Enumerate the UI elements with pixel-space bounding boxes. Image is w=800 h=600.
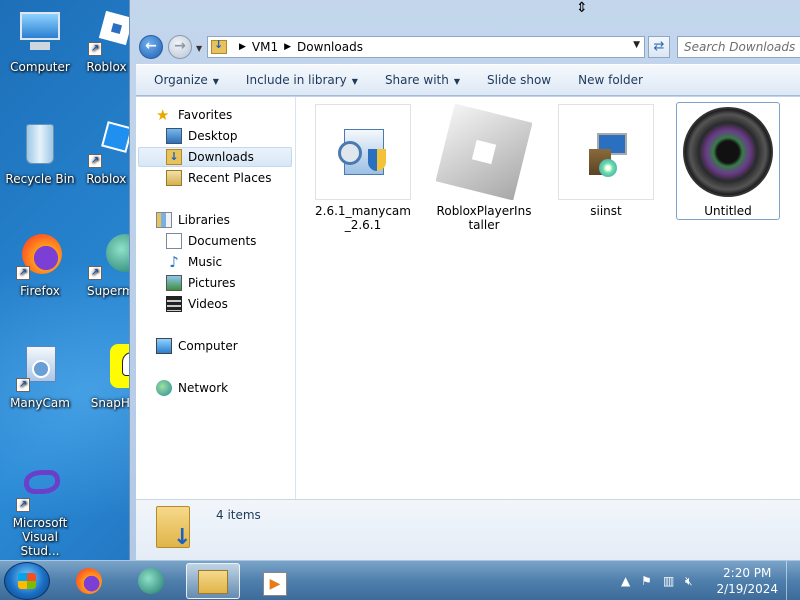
- chevron-down-icon: ▼: [212, 77, 219, 86]
- taskbar-supermium[interactable]: [124, 563, 178, 599]
- start-button[interactable]: [4, 562, 50, 600]
- star-icon: ★: [156, 106, 170, 124]
- share-with-button[interactable]: Share with ▼: [376, 73, 469, 87]
- clock[interactable]: 2:20 PM 2/19/2024: [716, 565, 778, 597]
- documents-icon: [166, 233, 182, 249]
- mouse-cursor-icon: ⇕: [576, 0, 588, 16]
- organize-button[interactable]: Organize ▼: [145, 73, 228, 87]
- nav-favorites[interactable]: ★ Favorites: [156, 105, 232, 125]
- taskbar-firefox[interactable]: [62, 563, 116, 599]
- show-hidden-icons-icon[interactable]: ▲: [621, 574, 630, 588]
- breadcrumb-downloads[interactable]: Downloads: [297, 40, 363, 54]
- breadcrumb-arrow-icon[interactable]: ▶: [284, 42, 291, 52]
- network-globe-icon: [156, 380, 172, 396]
- nav-videos[interactable]: Videos: [166, 294, 228, 314]
- recycle-bin-icon: [16, 120, 64, 168]
- clock-time: 2:20 PM: [723, 566, 772, 580]
- item-count: 4 items: [216, 508, 261, 522]
- system-tray: ▲ ⚑ ▥ 🔇︎ 2:20 PM 2/19/2024: [615, 561, 800, 600]
- clock-date: 2/19/2024: [716, 582, 778, 596]
- file-item-siinst[interactable]: siinst: [558, 104, 654, 218]
- file-list: 2.6.1_manycam_2.6.1 RobloxPlayerInstalle…: [296, 97, 800, 499]
- downloads-folder-icon: [156, 506, 191, 550]
- nav-network[interactable]: Network: [156, 378, 228, 398]
- manycam-icon: ↗: [16, 344, 64, 392]
- taskbar-explorer[interactable]: [186, 563, 240, 599]
- file-item-manycam-installer[interactable]: 2.6.1_manycam_2.6.1: [315, 104, 411, 232]
- shortcut-arrow-icon: ↗: [16, 378, 30, 392]
- nav-music[interactable]: ♪ Music: [166, 252, 222, 272]
- computer-icon: [156, 338, 172, 354]
- desktop-icon: [166, 128, 182, 144]
- nav-recent-places[interactable]: Recent Places: [166, 168, 271, 188]
- show-desktop-button[interactable]: [786, 561, 800, 600]
- details-pane: 4 items: [136, 499, 800, 560]
- network-icon[interactable]: ▥: [663, 574, 674, 588]
- downloads-folder-icon: [211, 38, 227, 54]
- supermium-icon: [138, 568, 164, 594]
- visual-studio-icon: ↗: [16, 464, 64, 512]
- recent-pages-dropdown[interactable]: ▼: [196, 44, 202, 53]
- back-button[interactable]: ←: [139, 35, 163, 59]
- new-folder-button[interactable]: New folder: [569, 73, 652, 87]
- chevron-down-icon: ▼: [453, 77, 460, 86]
- nav-documents[interactable]: Documents: [166, 231, 256, 251]
- desktop-icon-visual-studio[interactable]: ↗ Microsoft Visual Stud...: [2, 464, 78, 558]
- breadcrumb-arrow-icon[interactable]: ▶: [239, 42, 246, 52]
- roblox-installer-icon: [436, 104, 532, 200]
- music-note-icon: ♪: [169, 253, 179, 271]
- nav-libraries[interactable]: Libraries: [156, 210, 230, 230]
- manycam-installer-icon: [315, 104, 411, 200]
- refresh-button[interactable]: ⇄: [648, 36, 670, 58]
- navigation-pane: ★ Favorites Desktop ↓ Downloads Recent P…: [136, 97, 296, 499]
- explorer-folder-icon: [198, 570, 228, 594]
- taskbar: ▶ ▲ ⚑ ▥ 🔇︎ 2:20 PM 2/19/2024: [0, 560, 800, 600]
- nav-computer[interactable]: Computer: [156, 336, 238, 356]
- chevron-down-icon: ▼: [351, 77, 358, 86]
- shortcut-arrow-icon: ↗: [16, 498, 30, 512]
- film-strip-icon: [166, 296, 182, 312]
- nav-pictures[interactable]: Pictures: [166, 273, 236, 293]
- firefox-icon: [76, 568, 102, 594]
- pictures-icon: [166, 275, 182, 291]
- shortcut-arrow-icon: ↗: [88, 42, 102, 56]
- recent-places-icon: [166, 170, 182, 186]
- desktop-icon-manycam[interactable]: ↗ ManyCam: [2, 344, 78, 410]
- computer-icon: [16, 8, 64, 56]
- firefox-icon: ↗: [16, 232, 64, 280]
- nav-downloads[interactable]: ↓ Downloads: [138, 147, 292, 167]
- shortcut-arrow-icon: ↗: [88, 154, 102, 168]
- address-bar-row: ← → ▼ ▶ VM1 ▶ Downloads ▼ ⇄ Search Downl…: [130, 30, 800, 62]
- command-bar: Organize ▼ Include in library ▼ Share with…: [136, 64, 800, 96]
- nav-desktop[interactable]: Desktop: [166, 126, 238, 146]
- taskbar-media[interactable]: ▶: [248, 563, 302, 599]
- include-in-library-button[interactable]: Include in library ▼: [237, 73, 367, 87]
- desktop-icon-computer[interactable]: Computer: [2, 8, 78, 74]
- address-dropdown-icon[interactable]: ▼: [633, 40, 640, 50]
- file-item-untitled[interactable]: Untitled: [676, 102, 780, 220]
- flag-icon[interactable]: ⚑: [641, 574, 652, 588]
- desktop-icon-recycle-bin[interactable]: Recycle Bin: [2, 120, 78, 186]
- media-player-icon: ▶: [263, 572, 287, 596]
- file-item-roblox-installer[interactable]: RobloxPlayerInstaller: [436, 104, 532, 232]
- desktop-icon-firefox[interactable]: ↗ Firefox: [2, 232, 78, 298]
- forward-button[interactable]: →: [168, 35, 192, 59]
- shortcut-arrow-icon: ↗: [88, 266, 102, 280]
- breadcrumb-vm1[interactable]: VM1: [252, 40, 278, 54]
- downloads-folder-icon: ↓: [166, 149, 182, 165]
- camera-lens-icon: [678, 104, 778, 200]
- search-input[interactable]: Search Downloads: [677, 36, 800, 58]
- setup-installer-icon: [558, 104, 654, 200]
- slide-show-button[interactable]: Slide show: [478, 73, 560, 87]
- explorer-window: ← → ▼ ▶ VM1 ▶ Downloads ▼ ⇄ Search Downl…: [129, 0, 800, 560]
- shortcut-arrow-icon: ↗: [16, 266, 30, 280]
- libraries-icon: [156, 212, 172, 228]
- address-bar[interactable]: ▶ VM1 ▶ Downloads ▼: [207, 36, 645, 58]
- volume-muted-icon[interactable]: 🔇︎: [685, 574, 693, 589]
